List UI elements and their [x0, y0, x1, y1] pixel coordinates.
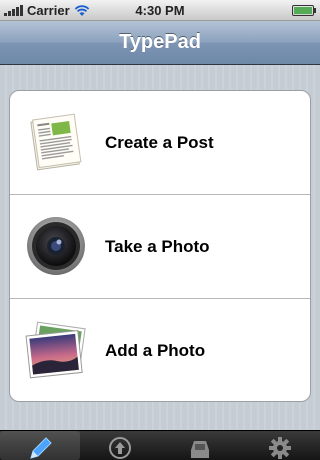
tab-compose[interactable]: [0, 431, 80, 460]
add-photo-label: Add a Photo: [105, 341, 206, 360]
camera-lens-icon: [27, 217, 85, 275]
navigation-bar: TypePad: [0, 21, 320, 65]
document-icon: [30, 113, 82, 171]
tab-upload[interactable]: [80, 431, 160, 460]
tab-inbox[interactable]: [160, 431, 240, 460]
tab-settings[interactable]: [240, 431, 320, 460]
status-bar: Carrier 4:30 PM: [0, 0, 320, 21]
inbox-icon: [191, 441, 209, 458]
create-post-label: Create a Post: [105, 133, 214, 152]
main-content: Create a Post Take a Photo Add a Photo: [0, 65, 320, 430]
create-post-row[interactable]: Create a Post: [10, 91, 310, 195]
status-time: 4:30 PM: [135, 3, 185, 18]
photo-icon: [25, 321, 86, 379]
battery-fill: [294, 7, 312, 14]
pencil-icon: [30, 437, 52, 459]
take-photo-label: Take a Photo: [105, 237, 210, 256]
tab-bar: [0, 430, 320, 460]
battery-icon: [292, 5, 316, 16]
add-photo-row[interactable]: Add a Photo: [10, 299, 310, 401]
page-title: TypePad: [119, 31, 201, 53]
menu-group: Create a Post Take a Photo Add a Photo: [9, 90, 311, 402]
upload-icon: [109, 437, 131, 459]
take-photo-row[interactable]: Take a Photo: [10, 195, 310, 299]
gear-icon: [269, 437, 291, 459]
